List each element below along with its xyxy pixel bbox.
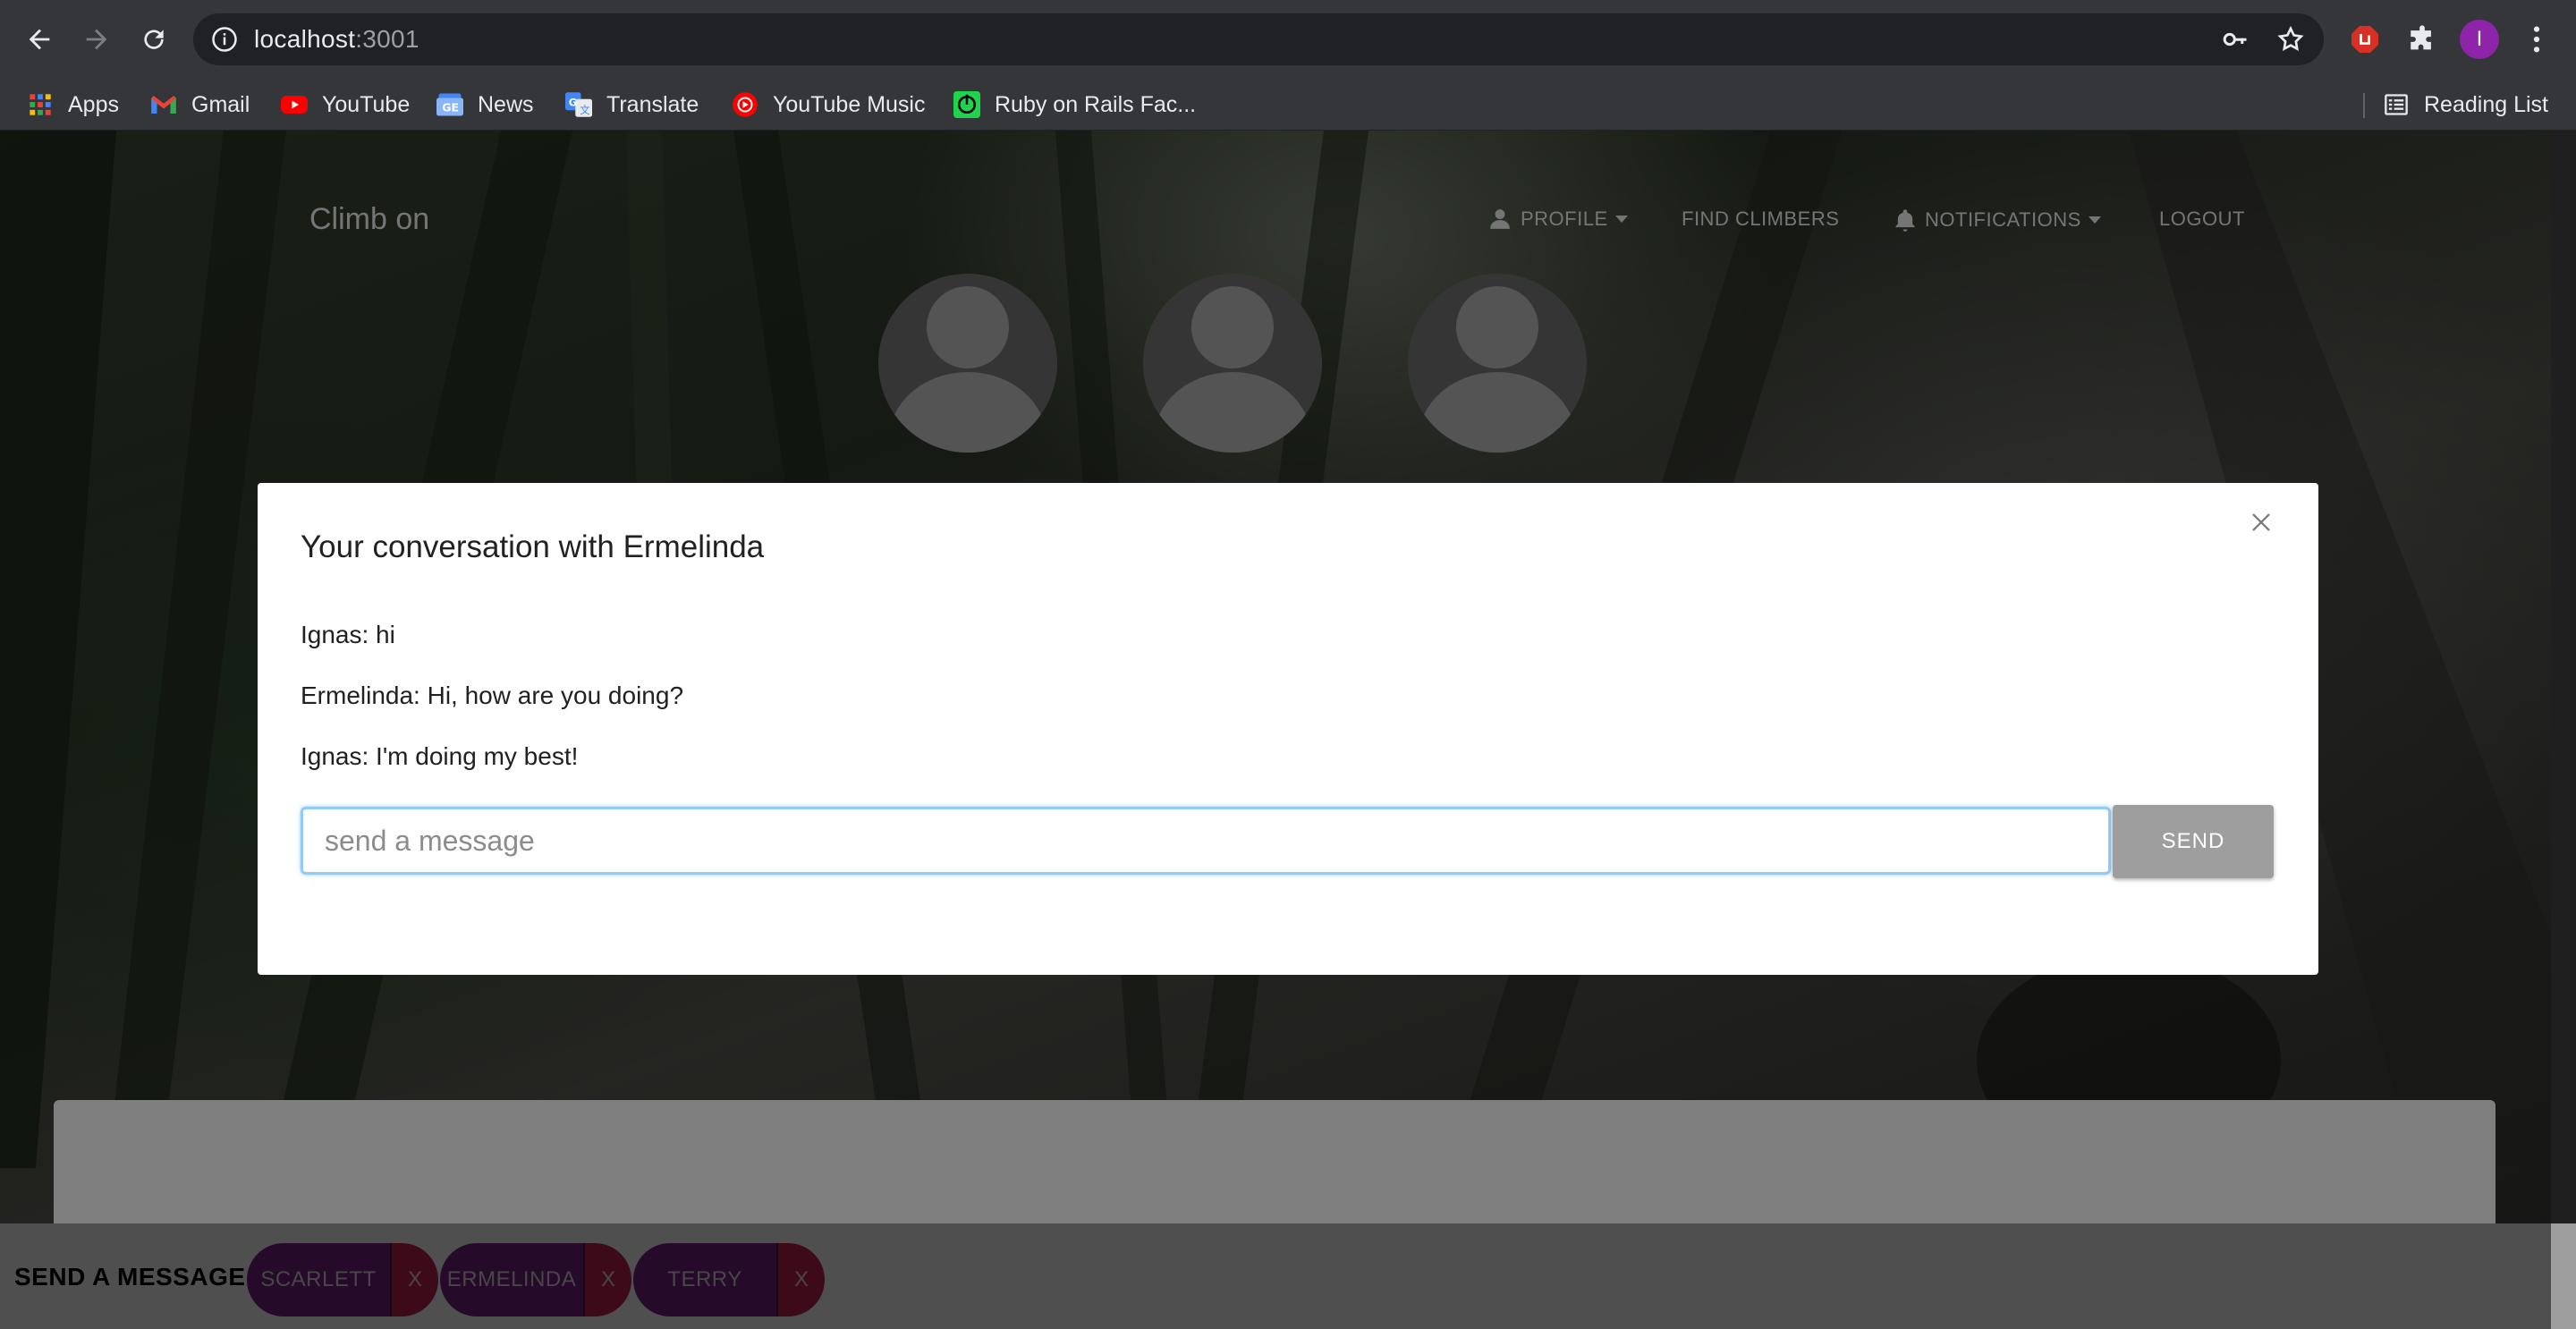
chat-message: Ermelinda: Hi, how are you doing?: [301, 681, 684, 709]
bookmark-label: YouTube: [322, 91, 411, 117]
bookmark-apps[interactable]: Apps: [27, 79, 119, 131]
page-scrollbar[interactable]: [2551, 131, 2576, 1329]
svg-text:GE: GE: [442, 101, 459, 114]
modal-title: Your conversation with Ermelinda: [301, 529, 765, 564]
google-translate-icon: G文: [565, 91, 592, 118]
google-news-icon: GE: [436, 91, 463, 118]
extensions-puzzle-icon[interactable]: [2402, 20, 2442, 59]
bookmark-youtube-music[interactable]: YouTube Music: [732, 79, 925, 131]
browser-menu-icon[interactable]: [2517, 20, 2556, 59]
bookmark-label: Gmail: [191, 91, 250, 117]
bookmark-youtube[interactable]: YouTube: [281, 79, 410, 131]
url-port: :3001: [355, 25, 419, 53]
adblock-extension-icon[interactable]: [2345, 20, 2385, 59]
bookmark-rails-factory[interactable]: Ruby on Rails Fac...: [953, 79, 1196, 131]
bookmark-news[interactable]: GE News: [436, 79, 534, 131]
bookmark-label: YouTube Music: [773, 91, 926, 117]
youtube-icon: [281, 91, 308, 118]
profile-avatar[interactable]: I: [2460, 20, 2499, 59]
reading-list-button[interactable]: Reading List: [2383, 79, 2548, 131]
send-button[interactable]: SEND: [2113, 805, 2274, 878]
arrow-right-icon: [86, 29, 107, 50]
password-key-icon[interactable]: [2220, 24, 2250, 55]
svg-text:文: 文: [580, 104, 589, 116]
info-icon[interactable]: [211, 26, 238, 53]
address-bar[interactable]: localhost:3001: [193, 13, 2324, 65]
browser-toolbar: localhost:3001 I: [0, 0, 2576, 79]
rails-factory-icon: [953, 91, 980, 118]
bookmark-translate[interactable]: G文 Translate: [565, 79, 699, 131]
reading-list-label: Reading List: [2424, 91, 2548, 117]
url-host: localhost: [254, 25, 356, 53]
modal-close-button[interactable]: [2241, 503, 2281, 542]
forward-button[interactable]: [70, 13, 123, 66]
back-button[interactable]: [13, 13, 66, 66]
chat-message: Ignas: I'm doing my best!: [301, 742, 579, 770]
close-icon: [2252, 513, 2270, 531]
reload-button[interactable]: [127, 13, 181, 66]
bookmark-label: Translate: [606, 91, 699, 117]
bookmark-star-icon[interactable]: [2275, 24, 2306, 55]
message-input[interactable]: [301, 807, 2111, 875]
bookmarks-separator: [2363, 93, 2365, 118]
arrow-left-icon: [29, 29, 50, 50]
gmail-icon: [150, 91, 177, 118]
chat-message: Ignas: hi: [301, 621, 395, 648]
bookmark-label: Ruby on Rails Fac...: [995, 91, 1197, 117]
apps-grid-icon: [27, 91, 54, 118]
bookmark-gmail[interactable]: Gmail: [150, 79, 250, 131]
reading-list-icon: [2383, 91, 2410, 118]
url-text: localhost:3001: [254, 25, 419, 54]
bookmark-label: Apps: [68, 91, 119, 117]
bookmark-label: News: [478, 91, 534, 117]
reload-icon: [144, 30, 164, 49]
bookmarks-bar: Apps Gmail YouTube GE News G文 Translate …: [0, 79, 2576, 131]
conversation-modal: Your conversation with Ermelinda Ignas: …: [258, 483, 2318, 975]
svg-text:G: G: [569, 97, 577, 108]
youtube-music-icon: [732, 91, 758, 118]
